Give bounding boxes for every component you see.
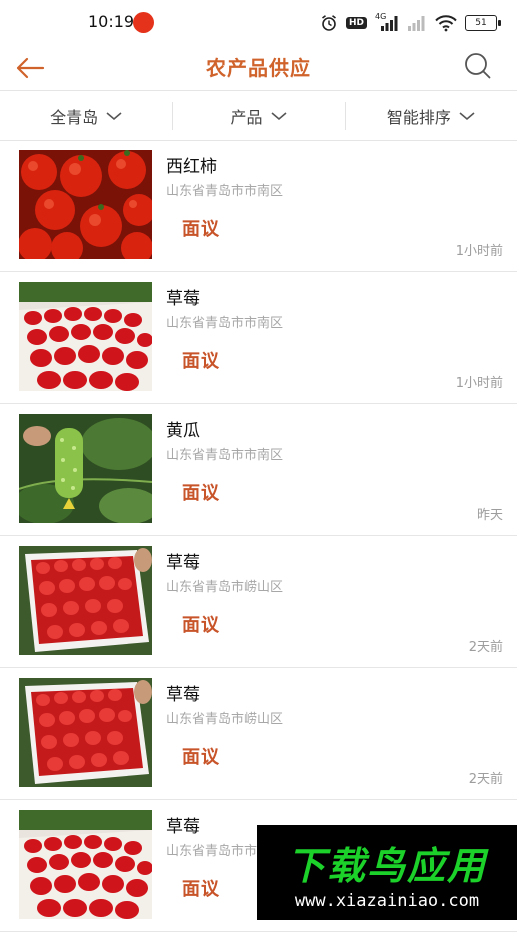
product-image-strawberry xyxy=(19,678,152,787)
filter-region[interactable]: 全青岛 xyxy=(0,91,172,140)
search-icon xyxy=(465,53,491,79)
product-price: 面议 xyxy=(182,879,220,900)
product-location: 山东省青岛市市南区 xyxy=(166,316,284,331)
post-time: 2天前 xyxy=(468,640,503,655)
watermark-url: www.xiazainiao.com xyxy=(294,891,480,911)
search-button[interactable] xyxy=(463,51,493,81)
product-image-strawberry xyxy=(19,546,152,655)
list-item[interactable]: 草莓 山东省青岛市崂山区 面议 2天前 xyxy=(0,536,517,668)
product-location: 山东省青岛市崂山区 xyxy=(166,580,284,595)
watermark-title: 下载鸟应用 xyxy=(286,844,487,888)
product-name: 草莓 xyxy=(166,553,200,573)
product-price: 面议 xyxy=(182,747,220,768)
product-name: 草莓 xyxy=(166,289,200,309)
chevron-down-icon xyxy=(459,111,475,120)
status-icons: HD 4G 51 xyxy=(320,13,501,33)
product-price: 面议 xyxy=(182,351,220,372)
post-time: 昨天 xyxy=(476,508,503,523)
watermark: 下载鸟应用 www.xiazainiao.com xyxy=(257,825,517,920)
product-image-tomato xyxy=(19,150,152,259)
product-list: 西红柿 山东省青岛市市南区 面议 1小时前 草莓 山东省青岛市市南区 面议 1小… xyxy=(0,140,517,932)
cellular-icon xyxy=(407,14,427,32)
product-location: 山东省青岛市市南区 xyxy=(166,448,284,463)
filter-sort[interactable]: 智能排序 xyxy=(344,91,517,140)
alarm-icon xyxy=(320,14,338,32)
list-item[interactable]: 黄瓜 山东省青岛市市南区 面议 昨天 xyxy=(0,404,517,536)
product-image-cucumber xyxy=(19,414,152,523)
battery-icon: 51 xyxy=(465,14,501,32)
status-bar: 10:19 HD 4G 51 xyxy=(0,0,517,46)
filter-bar: 全青岛 产品 智能排序 xyxy=(0,90,517,141)
product-location: 山东省青岛市市南区 xyxy=(166,184,284,199)
filter-label: 产品 xyxy=(230,107,263,127)
filter-label: 智能排序 xyxy=(386,107,451,127)
product-name: 黄瓜 xyxy=(166,421,200,441)
filter-label: 全青岛 xyxy=(50,107,99,127)
post-time: 2天前 xyxy=(468,772,503,787)
chevron-down-icon xyxy=(270,111,287,120)
product-image-strawberry xyxy=(19,810,152,919)
product-name: 草莓 xyxy=(166,817,200,837)
post-time: 1小时前 xyxy=(455,244,503,259)
app-header: 农产品供应 xyxy=(0,46,517,90)
product-location: 山东省青岛市崂山区 xyxy=(166,712,284,727)
list-item[interactable]: 草莓 山东省青岛市崂山区 面议 2天前 xyxy=(0,668,517,800)
filter-product[interactable]: 产品 xyxy=(172,91,344,140)
product-price: 面议 xyxy=(182,219,220,240)
chevron-down-icon xyxy=(106,111,122,120)
product-price: 面议 xyxy=(182,483,220,504)
cellular-4g-icon: 4G xyxy=(375,13,399,32)
page-title: 农产品供应 xyxy=(206,56,311,80)
recording-indicator-icon xyxy=(133,12,154,33)
product-price: 面议 xyxy=(182,615,220,636)
list-item[interactable]: 草莓 山东省青岛市市南区 面议 1小时前 xyxy=(0,272,517,404)
product-name: 草莓 xyxy=(166,685,200,705)
list-item[interactable]: 西红柿 山东省青岛市市南区 面议 1小时前 xyxy=(0,140,517,272)
clock: 10:19 xyxy=(88,12,135,31)
wifi-icon xyxy=(435,14,457,32)
product-name: 西红柿 xyxy=(166,157,217,177)
post-time: 1小时前 xyxy=(455,376,503,391)
hd-icon: HD xyxy=(345,14,367,32)
product-image-strawberry xyxy=(19,282,152,391)
